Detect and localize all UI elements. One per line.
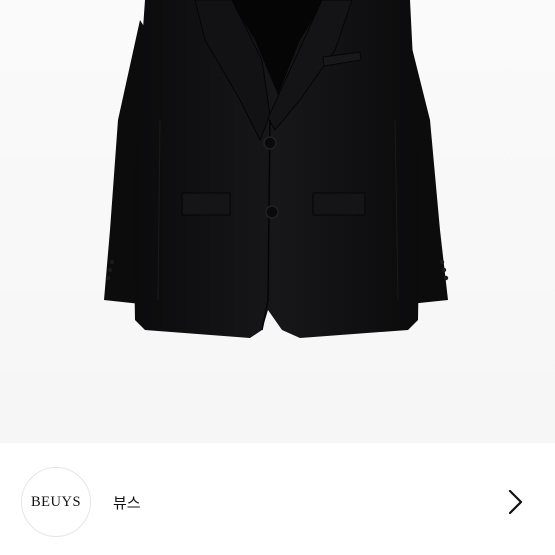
brand-detail-button[interactable] [500, 487, 530, 517]
brand-logo: BEUYS [30, 493, 82, 510]
brand-name[interactable]: 뷰스 [113, 492, 141, 513]
button-top [263, 136, 277, 150]
product-page: BEUYS 뷰스 [0, 0, 555, 555]
brand-info-bar[interactable]: BEUYS 뷰스 [0, 447, 555, 555]
product-image[interactable] [0, 0, 555, 443]
right-pocket-flap [312, 192, 366, 216]
left-pocket-flap [181, 192, 231, 216]
brand-avatar[interactable]: BEUYS [21, 467, 91, 537]
button-bottom [265, 205, 279, 219]
chevron-right-icon [508, 489, 523, 515]
blazer-photo [104, 0, 449, 338]
